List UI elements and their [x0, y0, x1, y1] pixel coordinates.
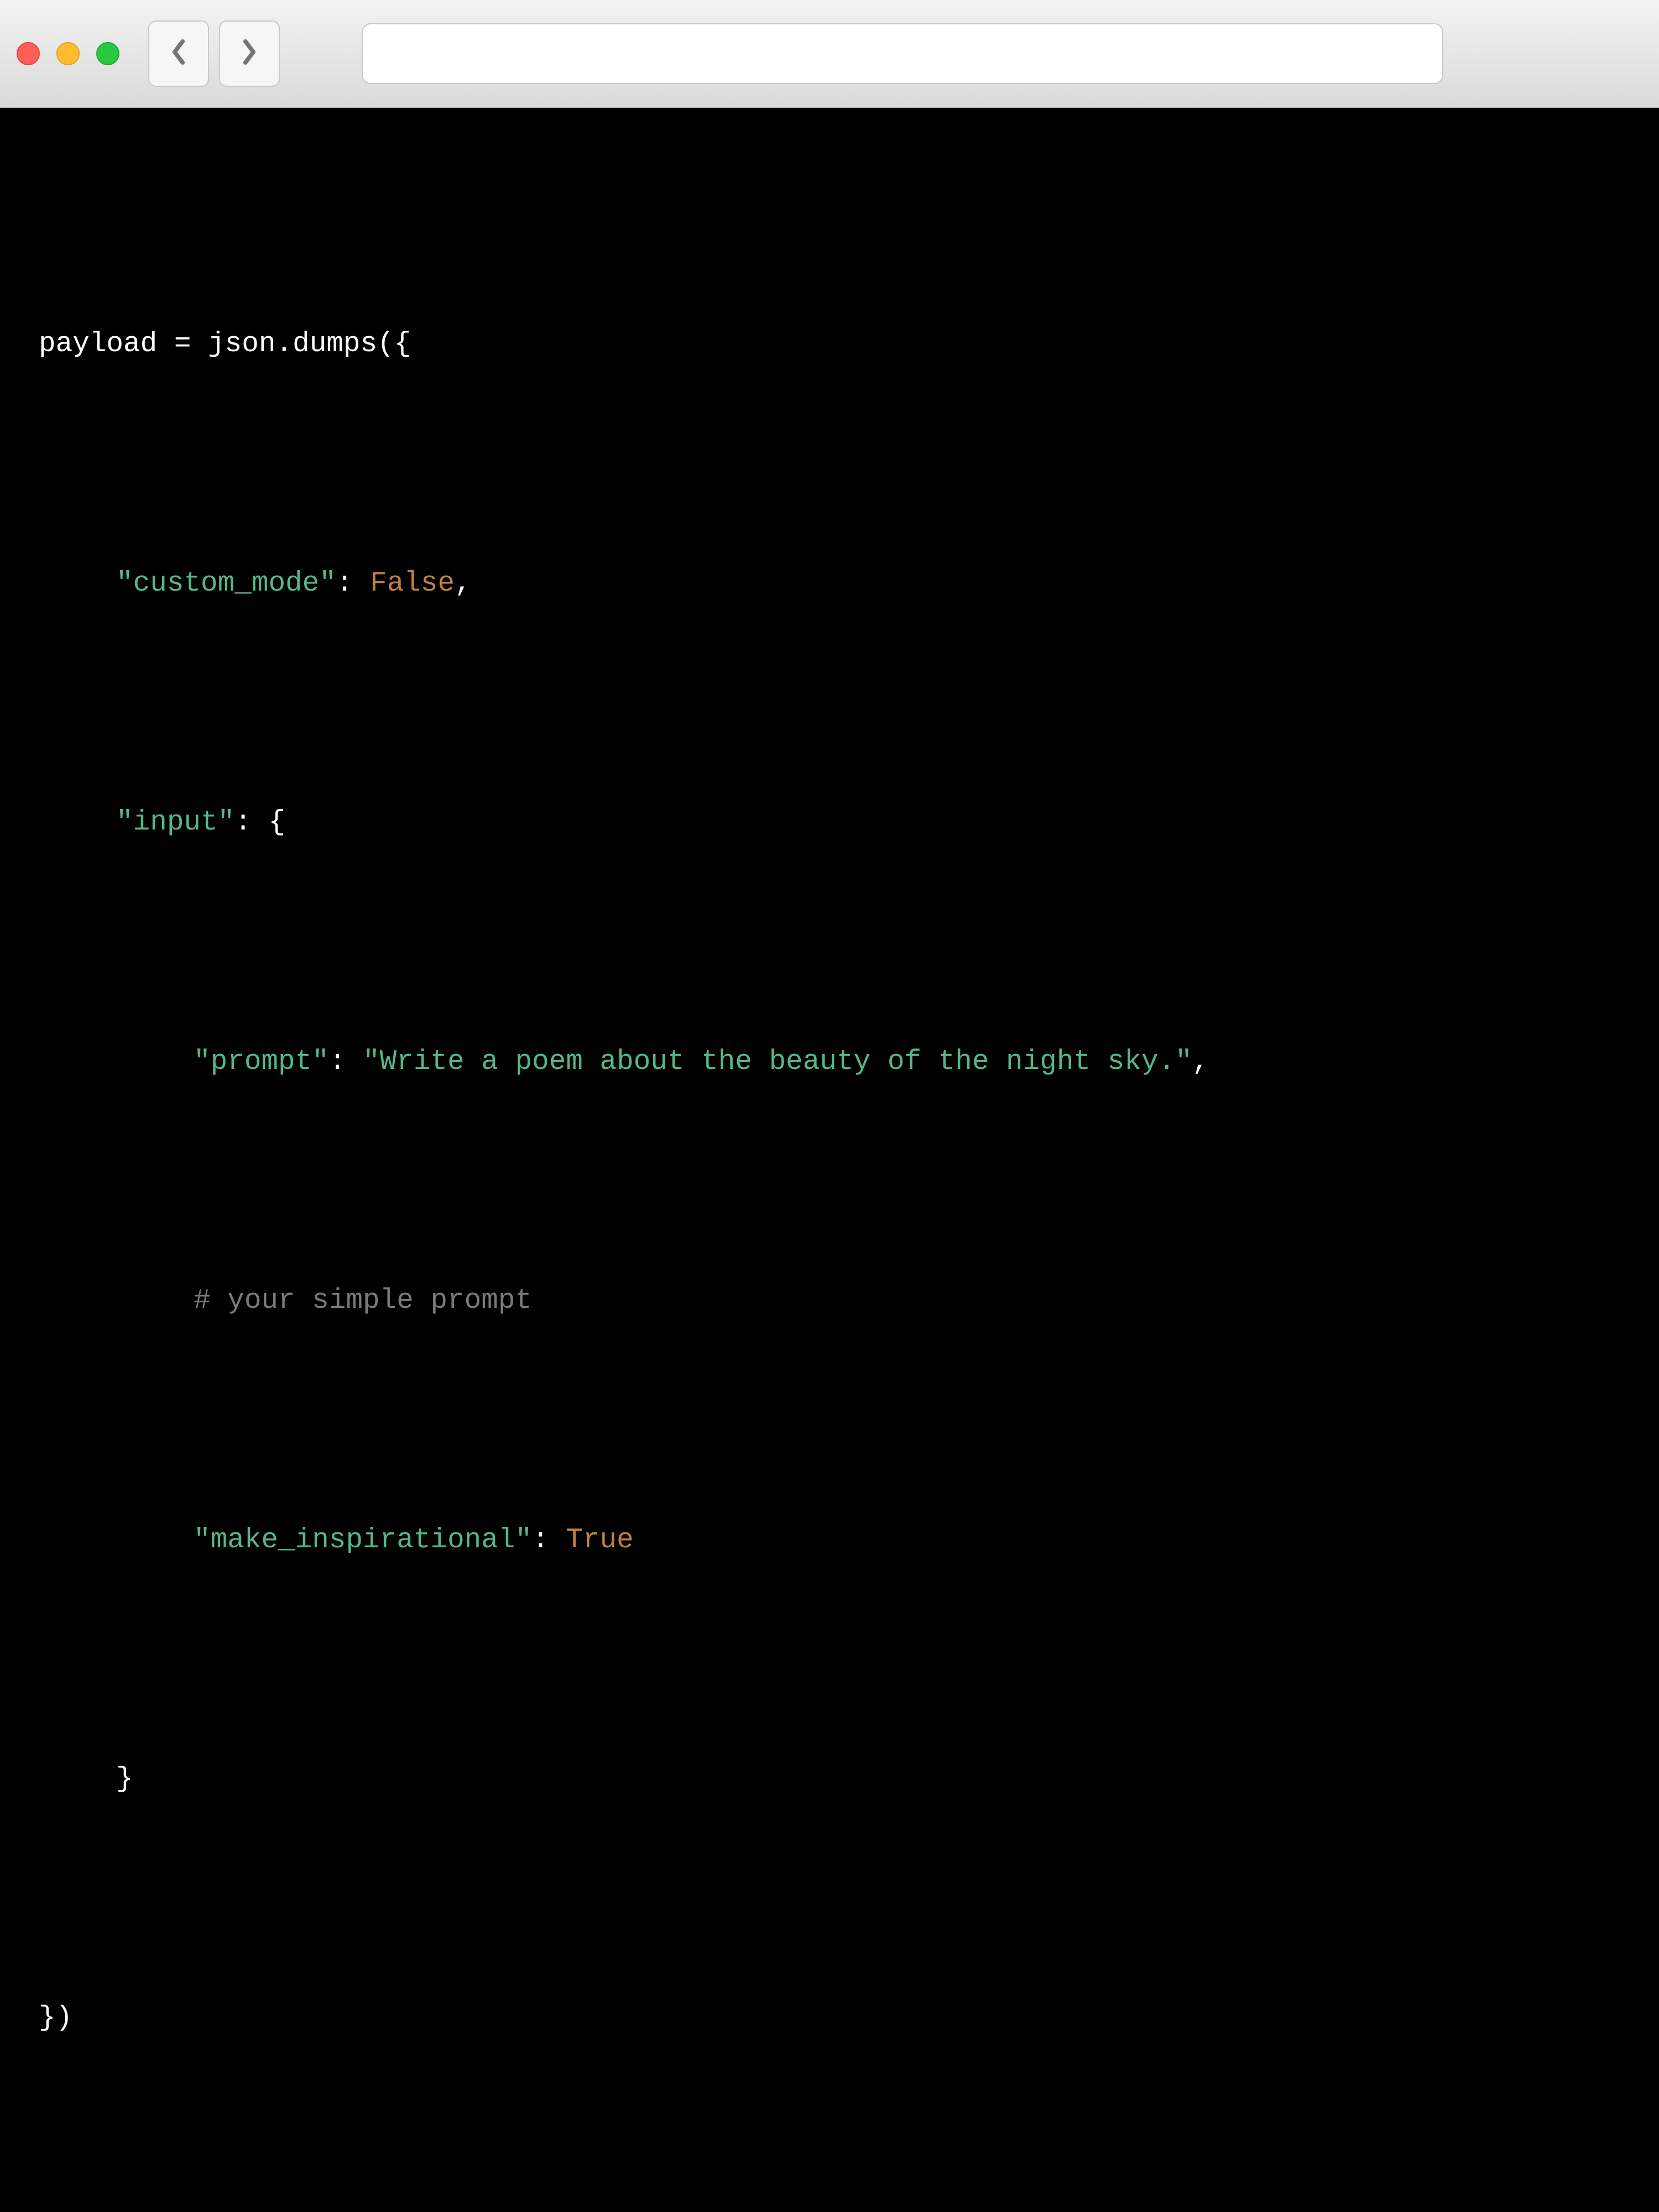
url-input[interactable] — [362, 23, 1443, 84]
code-token: False — [370, 568, 455, 599]
code-line: } — [39, 1750, 1626, 1809]
browser-titlebar — [0, 0, 1659, 108]
window-minimize-button[interactable] — [56, 42, 80, 65]
code-token: : — [532, 1525, 566, 1556]
chevron-left-icon — [170, 39, 187, 68]
code-token: , — [1192, 1046, 1209, 1078]
code-token: } — [116, 1764, 133, 1795]
code-token: "Write a poem about the beauty of the ni… — [363, 1046, 1192, 1078]
code-line: "prompt": "Write a poem about the beauty… — [39, 1032, 1626, 1092]
code-token: payload — [39, 328, 174, 360]
code-token: "input" — [116, 807, 234, 838]
code-token: = — [174, 328, 191, 360]
window-zoom-button[interactable] — [96, 42, 119, 65]
code-token: : — [336, 568, 370, 599]
code-token: "prompt" — [194, 1046, 329, 1078]
code-token: : — [329, 1046, 363, 1078]
code-line: "input": { — [39, 793, 1626, 853]
code-token: json.dumps({ — [191, 328, 411, 360]
code-token: }) — [39, 2002, 72, 2034]
window-close-button[interactable] — [17, 42, 40, 65]
chevron-right-icon — [241, 39, 258, 68]
code-comment: # your simple prompt — [194, 1285, 532, 1317]
code-line: payload = json.dumps({ — [39, 315, 1626, 374]
nav-back-button[interactable] — [148, 20, 209, 87]
code-token: : { — [234, 807, 285, 838]
code-token: True — [566, 1525, 633, 1556]
code-line: # your simple prompt — [39, 1271, 1626, 1331]
code-token: "make_inspirational" — [194, 1525, 532, 1556]
code-line: "make_inspirational": True — [39, 1511, 1626, 1571]
code-token: , — [455, 568, 472, 599]
code-line: }) — [39, 1989, 1626, 2048]
code-line: "custom_mode": False, — [39, 554, 1626, 614]
code-token: "custom_mode" — [116, 568, 336, 599]
window-controls — [17, 42, 119, 65]
code-viewport: payload = json.dumps({ "custom_mode": Fa… — [0, 108, 1659, 2212]
nav-forward-button[interactable] — [219, 20, 280, 87]
